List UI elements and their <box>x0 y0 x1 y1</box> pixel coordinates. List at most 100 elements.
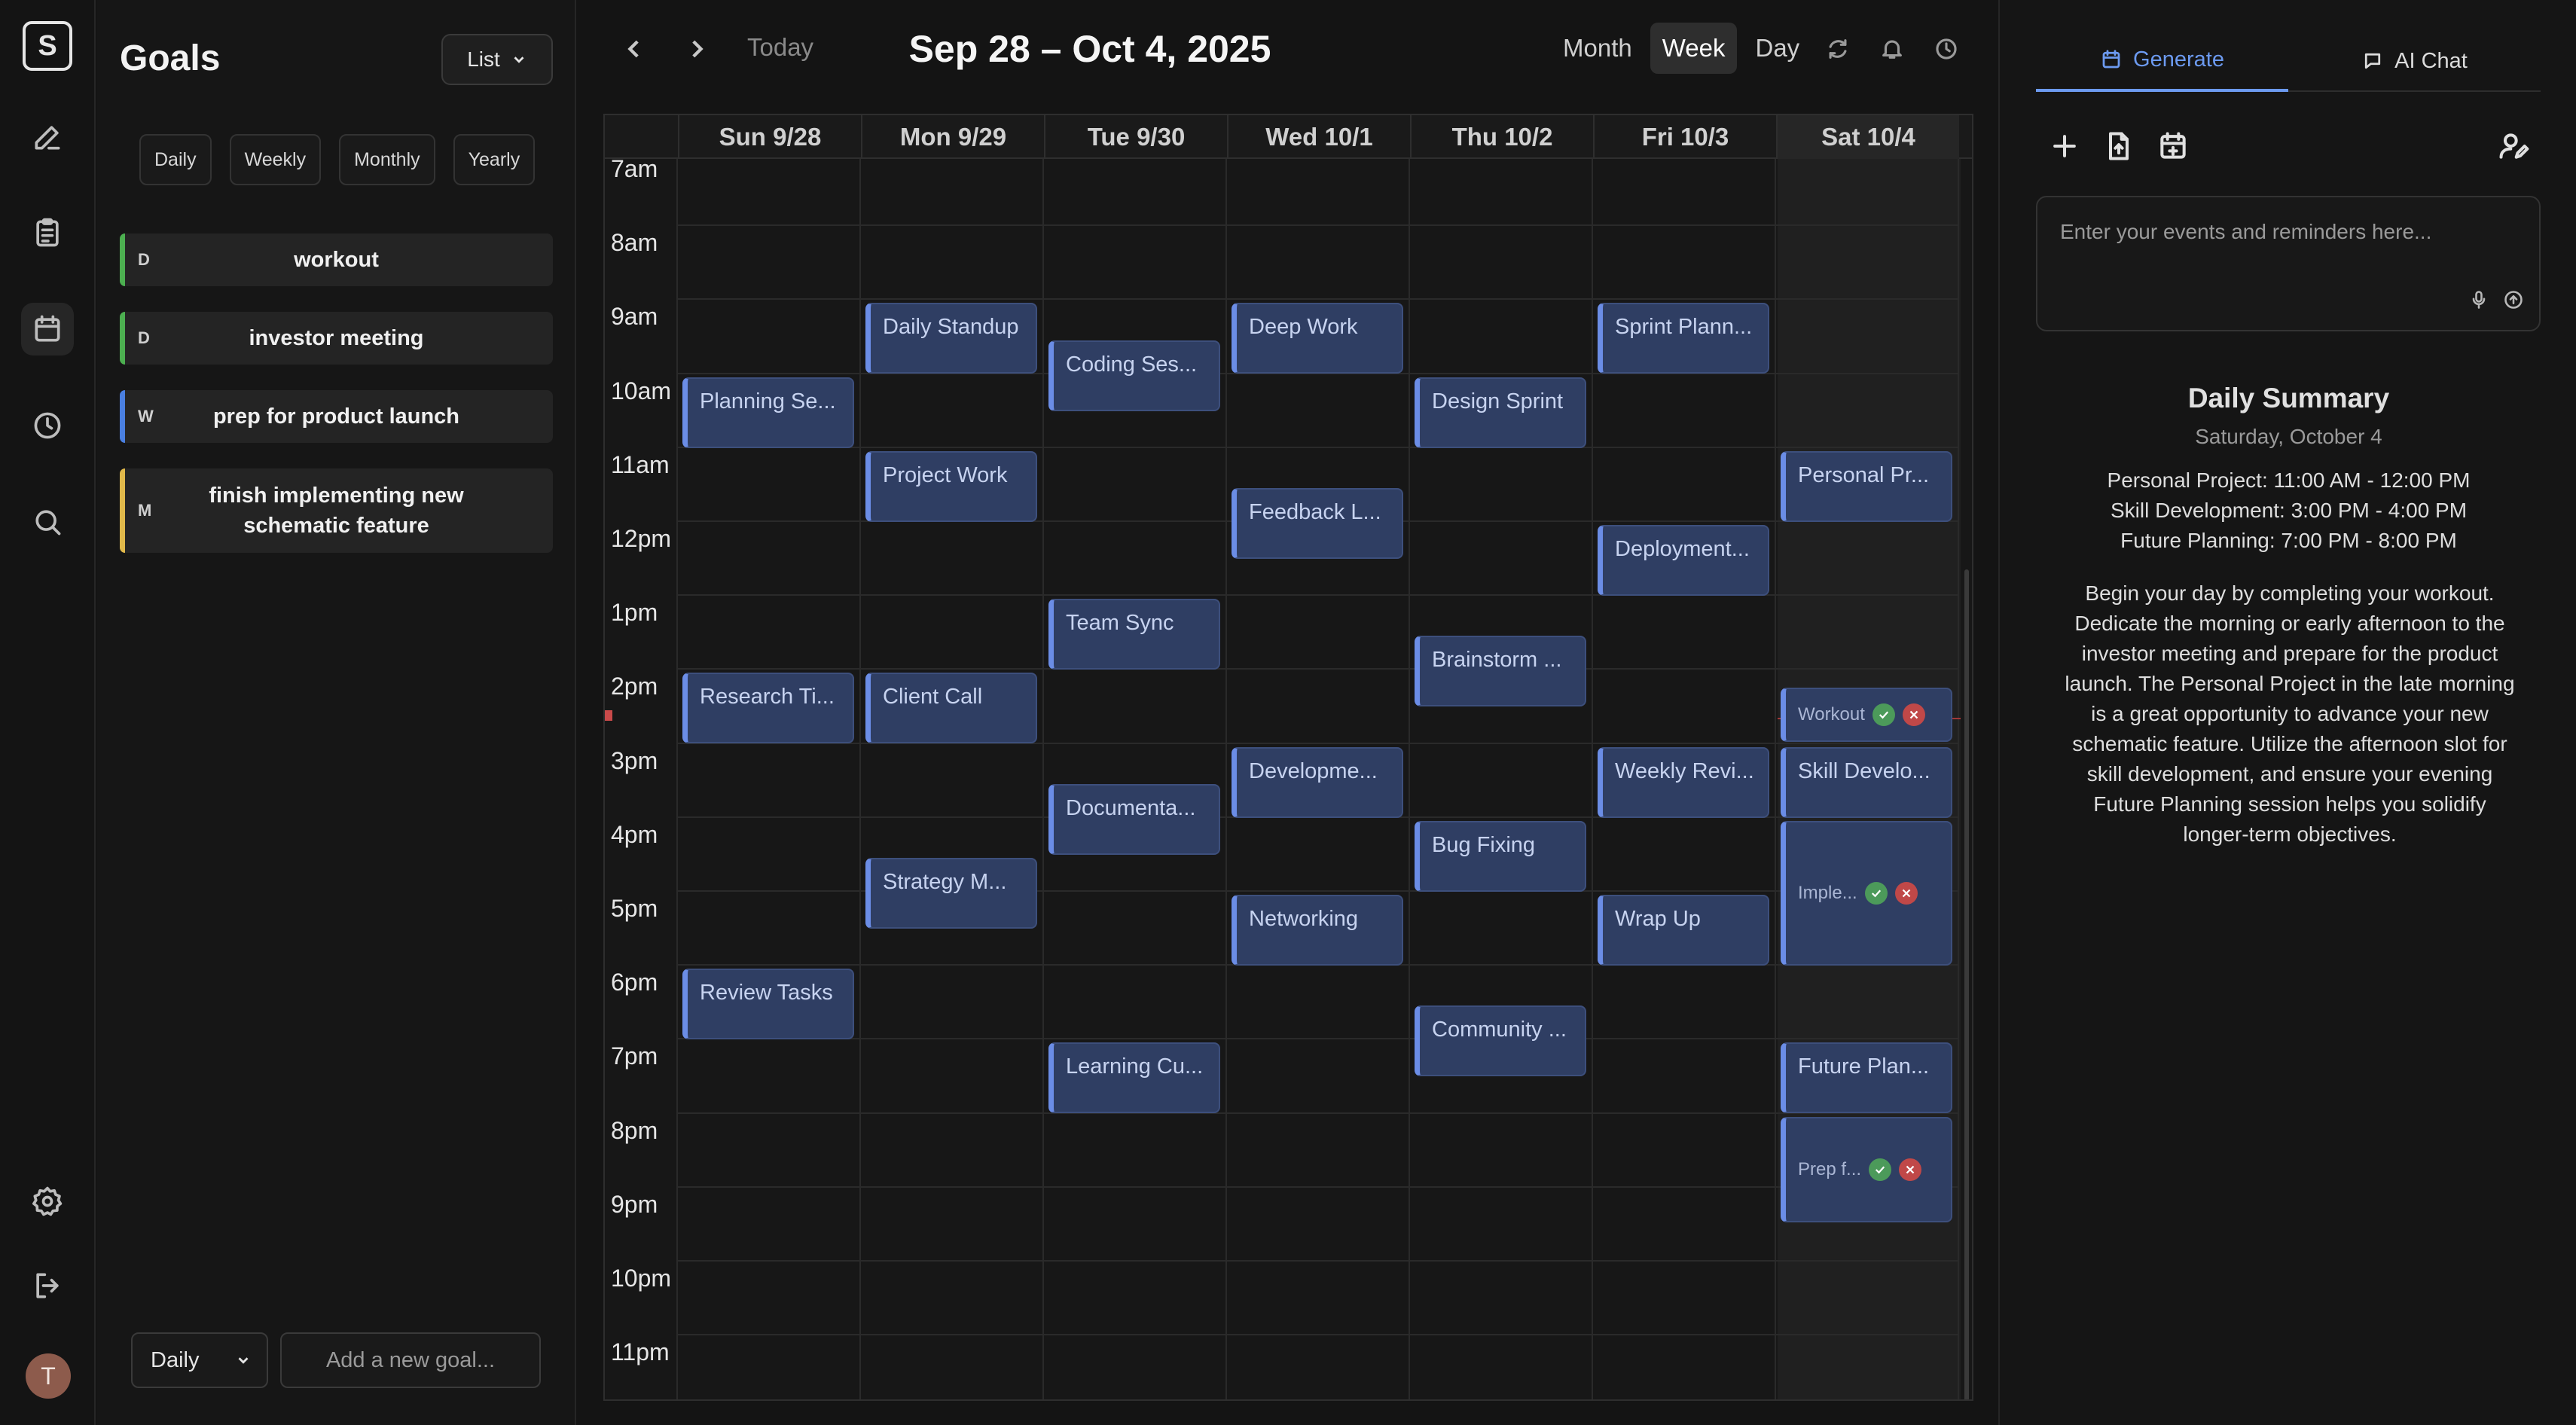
period-tab-weekly[interactable]: Weekly <box>229 134 322 185</box>
calendar-event[interactable]: Feedback L... <box>1232 487 1403 559</box>
summary-title: Daily Summary <box>2187 383 2390 413</box>
goals-title: Goals <box>120 38 221 78</box>
refresh-icon[interactable] <box>1825 36 1851 62</box>
goal-item[interactable]: M finish implementing new schematic feat… <box>120 468 553 553</box>
calendar-event[interactable]: Sprint Plann... <box>1598 303 1769 374</box>
file-upload-icon[interactable] <box>2102 130 2135 163</box>
hour-label: 10am <box>611 377 672 404</box>
add-icon[interactable] <box>2048 130 2081 163</box>
calendar-event[interactable]: Skill Develo... <box>1781 746 1952 818</box>
new-goal-frequency-select[interactable]: Daily <box>131 1332 268 1388</box>
calendar-event[interactable]: Developme... <box>1232 746 1403 818</box>
calendar-event[interactable]: Research Ti... <box>682 673 854 744</box>
clipboard-icon[interactable] <box>21 206 74 259</box>
hour-gridline <box>678 1185 1958 1188</box>
goal-text: prep for product launch <box>212 404 460 429</box>
calendar-event[interactable]: Networking <box>1232 895 1403 966</box>
calendar-event[interactable]: Brainstorm ... <box>1415 636 1586 707</box>
send-arrow-icon[interactable] <box>2498 285 2529 315</box>
view-day-button[interactable]: Day <box>1743 23 1811 74</box>
user-edit-icon[interactable] <box>2497 130 2530 163</box>
calendar-event[interactable]: Wrap Up <box>1598 895 1769 966</box>
tab-ai-chat[interactable]: AI Chat <box>2288 30 2541 92</box>
complete-check-icon[interactable] <box>1869 1158 1892 1181</box>
user-avatar[interactable]: T <box>26 1353 71 1399</box>
calendar-event[interactable]: Future Plan... <box>1781 1042 1952 1114</box>
goal-event[interactable]: Workout <box>1781 688 1952 743</box>
day-header[interactable]: Mon 9/29 <box>861 115 1044 159</box>
calendar-event[interactable]: Team Sync <box>1048 599 1220 670</box>
hour-gridline <box>678 446 1958 448</box>
period-tab-daily[interactable]: Daily <box>139 134 212 185</box>
day-header-row: Sun 9/28 Mon 9/29 Tue 9/30 Wed 10/1 Thu … <box>605 115 1972 159</box>
tab-generate[interactable]: Generate <box>2036 30 2288 92</box>
calendar-event[interactable]: Client Call <box>865 673 1037 744</box>
goal-event[interactable]: Imple... <box>1781 820 1952 966</box>
new-goal-input[interactable]: Add a new goal... <box>280 1332 541 1388</box>
dismiss-x-icon[interactable] <box>1894 881 1918 905</box>
view-month-button[interactable]: Month <box>1551 23 1644 74</box>
dismiss-x-icon[interactable] <box>1899 1158 1922 1181</box>
day-column-divider <box>1958 159 1959 1399</box>
prev-week-button[interactable] <box>615 30 653 68</box>
calendar-event[interactable]: Planning Se... <box>682 377 854 448</box>
hour-label: 11pm <box>611 1338 670 1366</box>
hour-label: 7pm <box>611 1042 658 1070</box>
day-column-divider <box>1592 159 1593 1399</box>
day-header[interactable]: Sun 9/28 <box>678 115 861 159</box>
microphone-icon[interactable] <box>2464 285 2494 315</box>
hour-gridline <box>678 668 1958 670</box>
day-header[interactable]: Wed 10/1 <box>1227 115 1410 159</box>
calendar-event[interactable]: Personal Pr... <box>1781 450 1952 522</box>
calendar-event[interactable]: Review Tasks <box>682 969 854 1040</box>
day-header[interactable]: Thu 10/2 <box>1410 115 1593 159</box>
calendar-event[interactable]: Documenta... <box>1048 783 1220 855</box>
clock-icon[interactable] <box>21 399 74 452</box>
settings-icon[interactable] <box>21 1175 74 1228</box>
calendar-add-icon[interactable] <box>2156 130 2190 163</box>
view-week-button[interactable]: Week <box>1650 23 1738 74</box>
logout-icon[interactable] <box>21 1259 74 1312</box>
goal-event[interactable]: Prep f... <box>1781 1116 1952 1222</box>
goals-view-select[interactable]: List <box>441 34 553 85</box>
calendar-event[interactable]: Design Sprint <box>1415 377 1586 448</box>
goal-text: finish implementing new schematic featur… <box>209 484 464 538</box>
day-header[interactable]: Tue 9/30 <box>1044 115 1227 159</box>
calendar-event[interactable]: Deep Work <box>1232 303 1403 374</box>
calendar-event[interactable]: Project Work <box>865 450 1037 522</box>
calendar-icon[interactable] <box>21 303 74 355</box>
calendar-event[interactable]: Coding Ses... <box>1048 340 1220 411</box>
calendar-event[interactable]: Strategy M... <box>865 857 1037 929</box>
goal-text: workout <box>294 248 379 272</box>
day-column-divider <box>1775 159 1776 1399</box>
time-grid[interactable]: 7am 8am 9am 10am 11am 12pm 1pm 2pm 3pm 4pm 5pm 6pm 7… <box>605 155 1972 1399</box>
app-logo[interactable]: S <box>23 21 72 71</box>
dismiss-x-icon[interactable] <box>1902 703 1925 727</box>
event-prompt-input[interactable] <box>2060 220 2497 244</box>
day-header[interactable]: Fri 10/3 <box>1593 115 1776 159</box>
bell-icon[interactable] <box>1879 36 1905 62</box>
pen-icon[interactable] <box>21 111 74 163</box>
next-week-button[interactable] <box>678 30 716 68</box>
hour-label: 1pm <box>611 599 658 627</box>
goal-item[interactable]: W prep for product launch <box>120 390 553 443</box>
period-tab-monthly[interactable]: Monthly <box>339 134 435 185</box>
calendar-event[interactable]: Daily Standup <box>865 303 1037 374</box>
calendar-event[interactable]: Deployment... <box>1598 525 1769 596</box>
period-tab-yearly[interactable]: Yearly <box>453 134 536 185</box>
search-icon[interactable] <box>21 496 74 548</box>
scrollbar[interactable] <box>1964 569 1969 1399</box>
calendar-event[interactable]: Community ... <box>1415 1005 1586 1077</box>
complete-check-icon[interactable] <box>1864 881 1888 905</box>
goal-item[interactable]: D workout <box>120 233 553 286</box>
calendar-event[interactable]: Bug Fixing <box>1415 820 1586 892</box>
complete-check-icon[interactable] <box>1872 703 1895 727</box>
today-button[interactable]: Today <box>747 33 813 62</box>
calendar-event[interactable]: Weekly Revi... <box>1598 746 1769 818</box>
history-icon[interactable] <box>1934 36 1959 62</box>
calendar-event[interactable]: Learning Cu... <box>1048 1042 1220 1114</box>
goal-period-tabs: Daily Weekly Monthly Yearly <box>139 134 536 185</box>
goal-item[interactable]: D investor meeting <box>120 312 553 365</box>
view-mode-switch: Month Week Day <box>1551 23 1811 74</box>
day-header-selected[interactable]: Sat 10/4 <box>1776 115 1959 159</box>
